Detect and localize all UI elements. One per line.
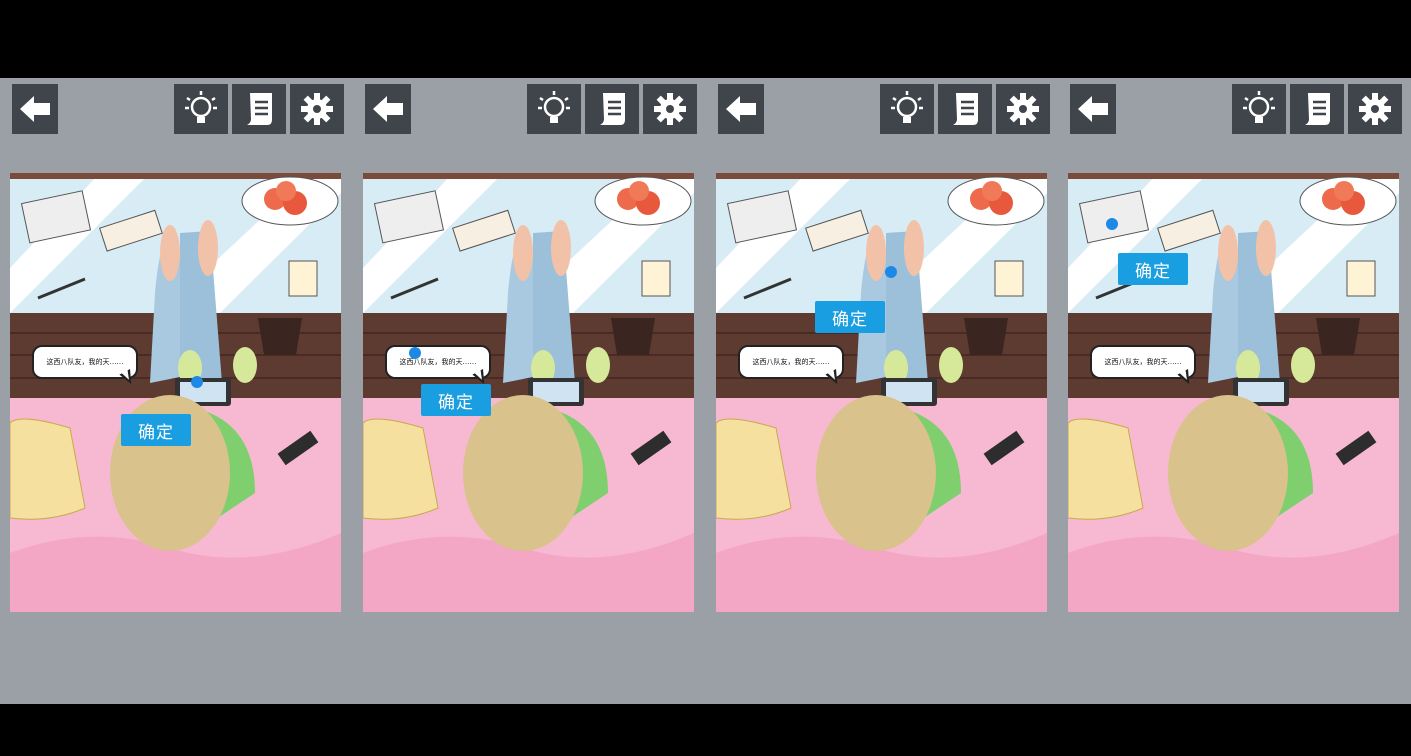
hint-button[interactable] xyxy=(880,84,934,134)
panel-4: 这西八队友，我的天…… 确定 xyxy=(1058,78,1411,704)
comic-scene: 这西八队友，我的天…… 确定 xyxy=(10,173,341,612)
panel-3: 这西八队友，我的天…… 确定 xyxy=(706,78,1059,704)
scene-illustration xyxy=(363,173,694,612)
panel-1: 这西八队友，我的天…… 确定 xyxy=(0,78,353,704)
settings-button[interactable] xyxy=(290,84,344,134)
settings-button[interactable] xyxy=(996,84,1050,134)
game-screens-strip: 这西八队友，我的天…… 确定 这西八队友，我的天…… 确定 这西八队友，我的天…… xyxy=(0,78,1411,704)
notes-button[interactable] xyxy=(1290,84,1344,134)
back-button[interactable] xyxy=(12,84,58,134)
scene-illustration xyxy=(716,173,1047,612)
comic-scene: 这西八队友，我的天…… 确定 xyxy=(716,173,1047,612)
confirm-button[interactable]: 确定 xyxy=(421,384,491,416)
hint-button[interactable] xyxy=(174,84,228,134)
back-arrow-icon xyxy=(1078,96,1108,122)
comic-scene: 这西八队友，我的天…… 确定 xyxy=(1068,173,1399,612)
confirm-button[interactable]: 确定 xyxy=(1118,253,1188,285)
lightbulb-hint-icon xyxy=(538,91,570,123)
back-arrow-icon xyxy=(373,96,403,122)
scroll-notes-icon xyxy=(953,93,978,125)
back-arrow-icon xyxy=(726,96,756,122)
confirm-button[interactable]: 确定 xyxy=(815,301,885,333)
panel-2: 这西八队友，我的天…… 确定 xyxy=(353,78,706,704)
scroll-notes-icon xyxy=(1305,93,1330,125)
notes-button[interactable] xyxy=(938,84,992,134)
tap-indicator-dot xyxy=(191,376,203,388)
comic-scene: 这西八队友，我的天…… 确定 xyxy=(363,173,694,612)
confirm-button[interactable]: 确定 xyxy=(121,414,191,446)
gear-icon xyxy=(301,93,333,125)
back-arrow-icon xyxy=(20,96,50,122)
lightbulb-hint-icon xyxy=(891,91,923,123)
notes-button[interactable] xyxy=(232,84,286,134)
hint-button[interactable] xyxy=(1232,84,1286,134)
gear-icon xyxy=(1007,93,1039,125)
scene-illustration xyxy=(1068,173,1399,612)
gear-icon xyxy=(654,93,686,125)
notes-button[interactable] xyxy=(585,84,639,134)
gear-icon xyxy=(1359,93,1391,125)
back-button[interactable] xyxy=(365,84,411,134)
settings-button[interactable] xyxy=(643,84,697,134)
tap-indicator-dot xyxy=(409,347,421,359)
lightbulb-hint-icon xyxy=(1243,91,1275,123)
scroll-notes-icon xyxy=(600,93,625,125)
back-button[interactable] xyxy=(718,84,764,134)
hint-button[interactable] xyxy=(527,84,581,134)
settings-button[interactable] xyxy=(1348,84,1402,134)
scene-illustration xyxy=(10,173,341,612)
tap-indicator-dot xyxy=(885,266,897,278)
scroll-notes-icon xyxy=(247,93,272,125)
tap-indicator-dot xyxy=(1106,218,1118,230)
back-button[interactable] xyxy=(1070,84,1116,134)
lightbulb-hint-icon xyxy=(185,91,217,123)
